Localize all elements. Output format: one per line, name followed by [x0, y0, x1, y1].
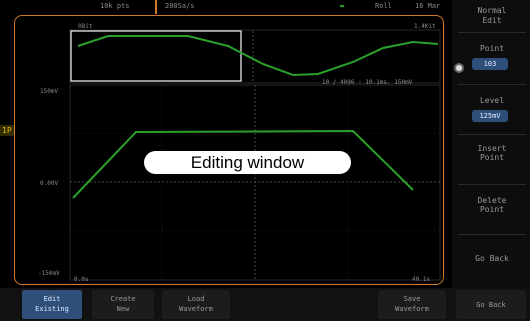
- date-display: 16 Mar: [415, 2, 441, 10]
- save-waveform-label1: Save: [403, 295, 421, 303]
- overview-right-label: 1.4Kit: [414, 23, 436, 30]
- load-waveform-label2: Waveform: [179, 305, 213, 313]
- insert-sub-label: Point: [479, 153, 505, 162]
- edit-info-label: 10 / 4096 : 10.1ms. 150mV: [322, 79, 413, 86]
- save-waveform-button[interactable]: Save Waveform: [378, 290, 446, 319]
- delete-label: Delete: [477, 196, 507, 205]
- channel-marker: 1P: [0, 125, 14, 136]
- panel-title-line2: Edit: [482, 16, 502, 25]
- edit-existing-label1: Edit: [43, 295, 61, 303]
- time-right-label: 40.1s: [412, 276, 431, 283]
- softkey-panel: Normal Edit Point 103 Level 125mV Insert…: [452, 0, 530, 288]
- go-back-button-bottom[interactable]: Go Back: [456, 290, 526, 319]
- delete-point-button[interactable]: Delete Point: [458, 196, 526, 214]
- load-waveform-button[interactable]: Load Waveform: [162, 290, 230, 319]
- bottom-softkey-bar: Edit Existing Create New Load Waveform S…: [0, 288, 530, 321]
- edit-existing-button[interactable]: Edit Existing: [22, 290, 82, 319]
- save-waveform-label2: Waveform: [395, 305, 429, 313]
- time-left-label: 0.0s: [74, 276, 89, 283]
- level-mid-label: 0.00V: [40, 180, 59, 187]
- delete-sub-label: Point: [479, 205, 505, 214]
- overview-waveform: [77, 35, 439, 77]
- level-bottom-label: -150mV: [38, 270, 60, 277]
- ac-source-icon: ▬: [340, 2, 345, 10]
- point-label: Point: [479, 44, 505, 53]
- insert-point-button[interactable]: Insert Point: [458, 144, 526, 162]
- panel-title-line1: Normal: [477, 6, 507, 15]
- editing-window-callout: Editing window: [144, 151, 351, 174]
- level-label: Level: [479, 96, 505, 105]
- create-new-label2: New: [116, 305, 130, 313]
- create-new-button[interactable]: Create New: [92, 290, 154, 319]
- panel-title: Normal Edit: [458, 6, 526, 26]
- level-top-label: 150mV: [40, 88, 59, 95]
- level-value[interactable]: 125mV: [472, 110, 508, 122]
- go-back-button-side[interactable]: Go Back: [458, 254, 526, 263]
- create-new-label1: Create: [110, 295, 136, 303]
- load-waveform-label1: Load: [187, 295, 205, 303]
- overview-left-label: 0Bit: [78, 23, 93, 30]
- edit-existing-label2: Existing: [35, 305, 69, 313]
- overview-area: [69, 29, 441, 84]
- zoom-selection-box[interactable]: [70, 30, 242, 82]
- status-bar: 10k pts 200Sa/s ▬ Roll 16 Mar: [0, 0, 450, 12]
- sample-rate: 200Sa/s: [165, 2, 195, 10]
- acquire-mode: Roll: [375, 2, 392, 10]
- record-length: 10k pts: [100, 2, 130, 10]
- variable-knob-icon: [454, 63, 464, 73]
- point-value[interactable]: 103: [472, 58, 508, 70]
- insert-label: Insert: [477, 144, 507, 153]
- oscilloscope-screen: 10k pts 200Sa/s ▬ Roll 16 Mar 0Bit 1.4Ki…: [0, 0, 530, 321]
